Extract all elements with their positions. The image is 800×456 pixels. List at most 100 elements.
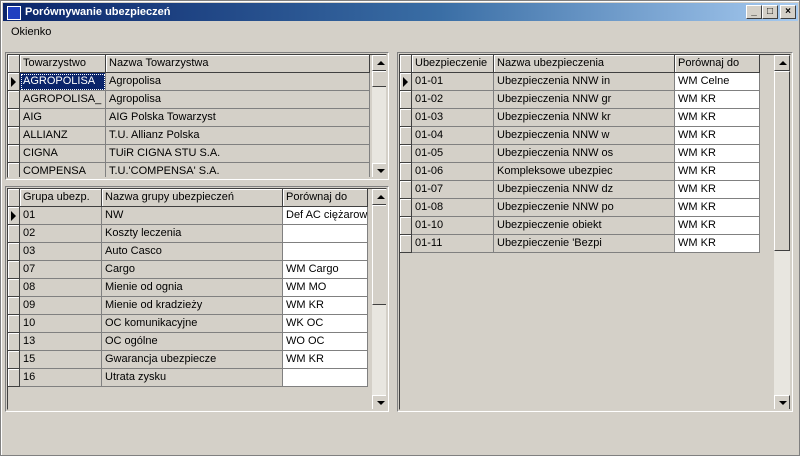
- table-row[interactable]: 08 Mienie od ognia WM MO: [8, 279, 368, 297]
- cell-compare-to[interactable]: [283, 225, 368, 243]
- table-row[interactable]: 01-05 Ubezpieczenia NNW os WM KR: [400, 145, 760, 163]
- row-indicator[interactable]: [8, 207, 20, 225]
- scroll-down-button[interactable]: [774, 395, 790, 409]
- table-row[interactable]: AGROPOLISA Agropolisa: [8, 73, 370, 91]
- scroll-thumb[interactable]: [774, 71, 790, 251]
- cell-insurance-code[interactable]: 01-06: [412, 163, 494, 181]
- cell-insurance-code[interactable]: 01-11: [412, 235, 494, 253]
- row-indicator[interactable]: [8, 261, 20, 279]
- row-indicator[interactable]: [400, 127, 412, 145]
- table-row[interactable]: 01-04 Ubezpieczenia NNW w WM KR: [400, 127, 760, 145]
- row-indicator[interactable]: [400, 235, 412, 253]
- row-indicator[interactable]: [400, 181, 412, 199]
- cell-company-code[interactable]: COMPENSA: [20, 163, 106, 177]
- scroll-up-button[interactable]: [372, 55, 386, 71]
- row-indicator[interactable]: [8, 109, 20, 127]
- cell-group-code[interactable]: 10: [20, 315, 102, 333]
- column-header-nazwa-grupy[interactable]: Nazwa grupy ubezpieczeń: [102, 189, 283, 207]
- table-row[interactable]: 01-11 Ubezpieczenie 'Bezpi WM KR: [400, 235, 760, 253]
- companies-grid[interactable]: Towarzystwo Nazwa Towarzystwa AGROPOLISA…: [5, 52, 389, 180]
- cell-group-name[interactable]: Utrata zysku: [102, 369, 283, 387]
- cell-insurance-code[interactable]: 01-01: [412, 73, 494, 91]
- cell-insurance-name[interactable]: Ubezpieczenia NNW in: [494, 73, 675, 91]
- row-indicator[interactable]: [8, 297, 20, 315]
- table-row[interactable]: 13 OC ogólne WO OC: [8, 333, 368, 351]
- row-indicator[interactable]: [8, 145, 20, 163]
- table-row[interactable]: 15 Gwarancja ubezpiecze WM KR: [8, 351, 368, 369]
- scroll-down-button[interactable]: [372, 163, 386, 177]
- column-header-towarzystwo[interactable]: Towarzystwo: [20, 55, 106, 73]
- cell-group-code[interactable]: 13: [20, 333, 102, 351]
- cell-company-name[interactable]: TUiR CIGNA STU S.A.: [106, 145, 370, 163]
- cell-compare-to[interactable]: [283, 243, 368, 261]
- table-row[interactable]: 01-08 Ubezpieczenie NNW po WM KR: [400, 199, 760, 217]
- title-bar[interactable]: Porównywanie ubezpieczeń _ □ ×: [3, 3, 798, 21]
- groups-scrollbar[interactable]: [372, 189, 386, 409]
- cell-compare-to[interactable]: WM KR: [283, 351, 368, 369]
- cell-group-code[interactable]: 07: [20, 261, 102, 279]
- cell-compare-to[interactable]: WM KR: [675, 235, 760, 253]
- table-row[interactable]: 09 Mienie od kradzieży WM KR: [8, 297, 368, 315]
- row-indicator[interactable]: [8, 225, 20, 243]
- cell-insurance-name[interactable]: Ubezpieczenia NNW dz: [494, 181, 675, 199]
- cell-insurance-name[interactable]: Ubezpieczenia NNW gr: [494, 91, 675, 109]
- row-indicator[interactable]: [400, 145, 412, 163]
- row-indicator[interactable]: [8, 279, 20, 297]
- table-row[interactable]: 02 Koszty leczenia: [8, 225, 368, 243]
- minimize-button[interactable]: _: [746, 5, 762, 19]
- cell-insurance-name[interactable]: Kompleksowe ubezpiec: [494, 163, 675, 181]
- cell-compare-to[interactable]: WM KR: [675, 181, 760, 199]
- cell-group-code[interactable]: 01: [20, 207, 102, 225]
- cell-insurance-code[interactable]: 01-08: [412, 199, 494, 217]
- cell-group-name[interactable]: Mienie od ognia: [102, 279, 283, 297]
- row-indicator[interactable]: [8, 243, 20, 261]
- cell-company-code[interactable]: AGROPOLISA: [20, 73, 106, 91]
- cell-company-name[interactable]: Agropolisa: [106, 73, 370, 91]
- table-row[interactable]: 01-02 Ubezpieczenia NNW gr WM KR: [400, 91, 760, 109]
- row-indicator[interactable]: [400, 91, 412, 109]
- cell-company-code[interactable]: AIG: [20, 109, 106, 127]
- cell-group-name[interactable]: Gwarancja ubezpiecze: [102, 351, 283, 369]
- cell-compare-to[interactable]: WM Cargo: [283, 261, 368, 279]
- row-indicator[interactable]: [8, 333, 20, 351]
- maximize-button[interactable]: □: [762, 5, 778, 19]
- cell-company-code[interactable]: CIGNA: [20, 145, 106, 163]
- cell-insurance-name[interactable]: Ubezpieczenia NNW os: [494, 145, 675, 163]
- cell-compare-to[interactable]: WM KR: [675, 127, 760, 145]
- cell-group-code[interactable]: 08: [20, 279, 102, 297]
- scroll-up-button[interactable]: [372, 189, 386, 205]
- cell-group-code[interactable]: 15: [20, 351, 102, 369]
- close-button[interactable]: ×: [780, 5, 796, 19]
- column-header-nazwa-ubezpieczenia[interactable]: Nazwa ubezpieczenia: [494, 55, 675, 73]
- table-row[interactable]: 01-07 Ubezpieczenia NNW dz WM KR: [400, 181, 760, 199]
- cell-insurance-code[interactable]: 01-10: [412, 217, 494, 235]
- column-header-nazwa-towarzystwa[interactable]: Nazwa Towarzystwa: [106, 55, 370, 73]
- table-row[interactable]: ALLIANZ T.U. Allianz Polska: [8, 127, 370, 145]
- companies-scrollbar[interactable]: [372, 55, 386, 177]
- column-header-porownaj-do[interactable]: Porównaj do: [283, 189, 368, 207]
- scroll-thumb[interactable]: [372, 205, 386, 305]
- cell-insurance-code[interactable]: 01-05: [412, 145, 494, 163]
- row-indicator[interactable]: [8, 315, 20, 333]
- row-indicator[interactable]: [400, 73, 412, 91]
- cell-group-code[interactable]: 03: [20, 243, 102, 261]
- table-row[interactable]: 01 NW Def AC ciężarow: [8, 207, 368, 225]
- cell-compare-to[interactable]: WM KR: [675, 91, 760, 109]
- cell-compare-to[interactable]: WM MO: [283, 279, 368, 297]
- cell-group-name[interactable]: Mienie od kradzieży: [102, 297, 283, 315]
- table-row[interactable]: 01-10 Ubezpieczenie obiekt WM KR: [400, 217, 760, 235]
- cell-compare-to[interactable]: WM KR: [675, 163, 760, 181]
- table-row[interactable]: 03 Auto Casco: [8, 243, 368, 261]
- row-indicator[interactable]: [8, 73, 20, 91]
- cell-compare-to[interactable]: WO OC: [283, 333, 368, 351]
- cell-company-name[interactable]: T.U. Allianz Polska: [106, 127, 370, 145]
- table-row[interactable]: 16 Utrata zysku: [8, 369, 368, 387]
- cell-group-name[interactable]: OC komunikacyjne: [102, 315, 283, 333]
- scroll-up-button[interactable]: [774, 55, 790, 71]
- table-row[interactable]: AGROPOLISA_ Agropolisa: [8, 91, 370, 109]
- table-row[interactable]: 10 OC komunikacyjne WK OC: [8, 315, 368, 333]
- cell-company-code[interactable]: AGROPOLISA_: [20, 91, 106, 109]
- column-header-grupa-ubezp[interactable]: Grupa ubezp.: [20, 189, 102, 207]
- table-row[interactable]: 07 Cargo WM Cargo: [8, 261, 368, 279]
- cell-compare-to[interactable]: WM KR: [675, 199, 760, 217]
